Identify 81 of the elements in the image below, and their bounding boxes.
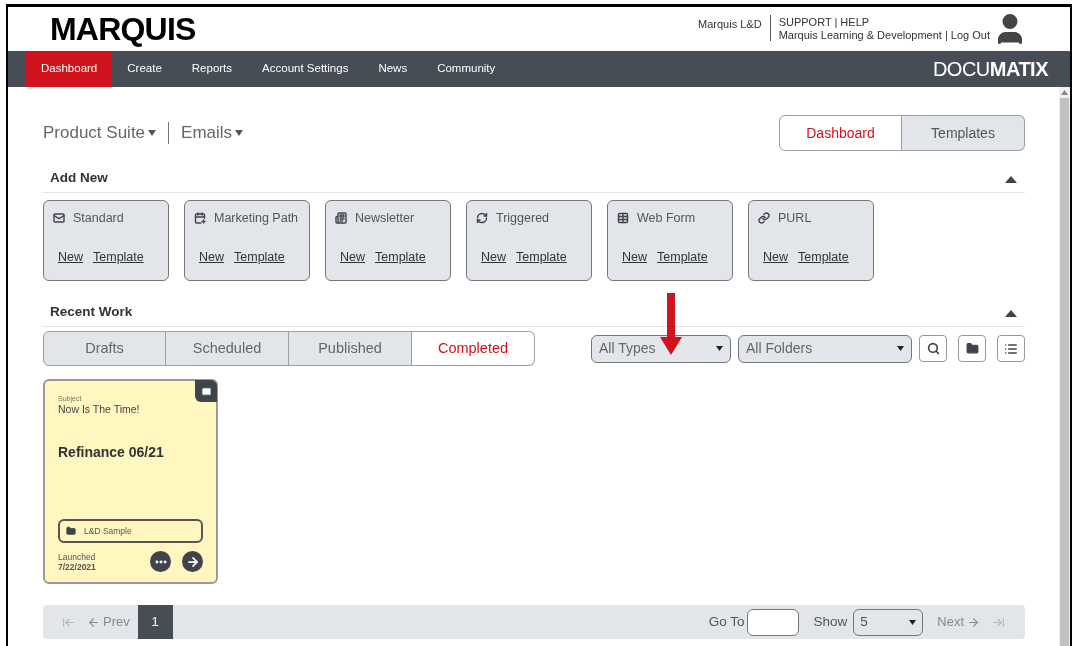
card-link[interactable]: Template <box>93 248 144 267</box>
brand-logo: DOCUMATIX <box>932 57 1048 82</box>
nav-item[interactable]: Account Settings <box>247 51 364 87</box>
card-link[interactable]: New <box>763 248 788 267</box>
card-link[interactable]: New <box>199 248 224 267</box>
list-view-button[interactable] <box>997 335 1025 362</box>
campaign-name: Refinance 06/21 <box>58 443 165 462</box>
card-label: Newsletter <box>355 210 415 227</box>
page-button[interactable]: 1 <box>137 605 173 639</box>
section-title: Recent Work <box>50 303 133 322</box>
view-toggle-tab[interactable]: Dashboard <box>779 115 902 151</box>
caret-icon <box>897 346 904 351</box>
folder-filter-dropdown[interactable]: All Folders <box>738 334 912 363</box>
scrollbar[interactable] <box>1059 87 1070 646</box>
caret-icon <box>148 130 157 136</box>
card-label: Triggered <box>496 210 550 227</box>
search-button[interactable] <box>919 335 947 362</box>
nav-item[interactable]: Reports <box>176 51 248 87</box>
table-icon <box>617 212 629 225</box>
collapse-caret-icon[interactable] <box>1005 174 1017 183</box>
open-button[interactable] <box>182 551 203 572</box>
breadcrumb-dropdown[interactable]: Product Suite <box>43 120 157 146</box>
envelope-icon <box>53 212 65 225</box>
nav-item[interactable]: Create <box>112 51 177 87</box>
card-link[interactable]: Template <box>234 248 285 267</box>
status-tab[interactable]: Published <box>289 331 412 366</box>
search-icon <box>926 342 940 355</box>
go-to-field[interactable] <box>747 608 800 636</box>
prev-label: Prev <box>103 613 130 632</box>
status-label: Launched <box>58 551 96 562</box>
next-label: Next <box>937 613 964 632</box>
card-label: Web Form <box>637 210 696 227</box>
card-label: PURL <box>778 210 812 227</box>
caret-icon <box>235 130 244 136</box>
folder-name: L&D Sample <box>84 524 132 538</box>
card-link[interactable]: New <box>622 248 647 267</box>
logo: MARQUIS <box>50 10 196 49</box>
status-tab[interactable]: Scheduled <box>166 331 289 366</box>
annotation-arrow <box>660 293 682 355</box>
user-name: Marquis L&D <box>698 17 762 32</box>
arrow-left-icon <box>87 615 100 629</box>
card-link[interactable]: New <box>58 248 83 267</box>
card-link[interactable]: Template <box>375 248 426 267</box>
section-title: Add New <box>50 169 108 188</box>
card-link[interactable]: Template <box>798 248 849 267</box>
show-label: Show <box>813 612 848 631</box>
support-help-links[interactable]: SUPPORT | HELP <box>778 16 990 29</box>
status-tab[interactable]: Completed <box>412 331 535 366</box>
page-size-dropdown[interactable]: 5 <box>853 608 924 636</box>
card-link[interactable]: Template <box>657 248 708 267</box>
view-toggle-tab[interactable]: Templates <box>902 115 1025 151</box>
nav-item[interactable]: Community <box>422 51 511 87</box>
envelope-icon <box>200 385 212 397</box>
type-filter-dropdown[interactable]: All Types <box>591 334 731 363</box>
nav-item[interactable]: Dashboard <box>26 51 113 87</box>
card-label: Marketing Path <box>214 210 299 227</box>
account-links[interactable]: Marquis Learning & Development | Log Out <box>778 29 990 42</box>
go-to-label: Go To <box>708 612 745 631</box>
card-label: Standard <box>73 210 124 227</box>
link-icon <box>758 212 770 225</box>
folder-icon <box>965 342 979 355</box>
caret-icon <box>716 346 723 351</box>
status-date: 7/22/2021 <box>58 561 96 572</box>
nav-item[interactable]: News <box>363 51 423 87</box>
subject-text: Now Is The Time! <box>58 403 141 416</box>
arrow-right-icon <box>967 615 980 629</box>
more-button[interactable] <box>150 551 171 572</box>
caret-icon <box>909 619 917 625</box>
card-link[interactable]: New <box>481 248 506 267</box>
calendar-plus-icon <box>194 212 206 225</box>
collapse-caret-icon[interactable] <box>1005 308 1017 317</box>
card-link[interactable]: Template <box>516 248 567 267</box>
newspaper-icon <box>335 212 347 225</box>
folder-button[interactable] <box>958 335 986 362</box>
status-tab[interactable]: Drafts <box>43 331 166 366</box>
folder-icon <box>66 526 76 536</box>
scroll-up-icon[interactable] <box>1061 90 1068 95</box>
breadcrumb-dropdown[interactable]: Emails <box>181 120 244 146</box>
list-icon <box>1004 341 1018 356</box>
refresh-icon <box>476 212 488 225</box>
card-link[interactable]: New <box>340 248 365 267</box>
